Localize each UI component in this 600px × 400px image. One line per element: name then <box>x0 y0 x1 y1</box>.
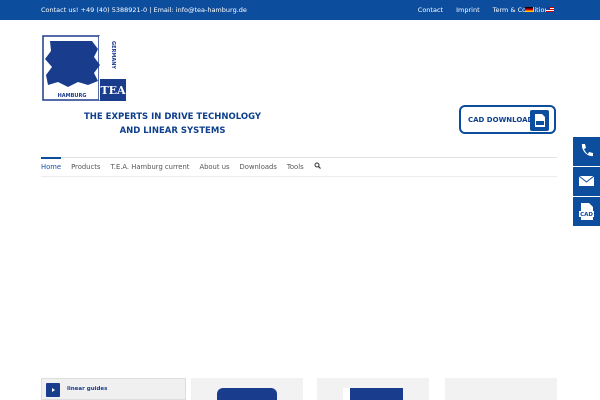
cad-download-label: CAD DOWNLOAD <box>468 116 534 124</box>
product-box-label: linear guides <box>67 386 108 392</box>
mini-logo-icon <box>217 388 277 400</box>
imprint-link[interactable]: Imprint <box>456 6 480 14</box>
arrow-right-icon <box>46 383 60 397</box>
nav-about[interactable]: About us <box>199 157 229 177</box>
contact-info[interactable]: Contact us! +49 (40) 5388921-0 | Email: … <box>41 6 247 14</box>
phone-icon <box>581 144 593 157</box>
german-flag-icon[interactable] <box>525 7 533 12</box>
svg-text:TEA: TEA <box>100 84 126 97</box>
contact-link[interactable]: Contact <box>418 6 443 14</box>
side-phone-tab[interactable] <box>573 137 600 166</box>
mini-logo-icon <box>343 388 403 400</box>
cad-download-button[interactable]: CAD DOWNLOAD <box>459 105 556 134</box>
top-bar: Contact us! +49 (40) 5388921-0 | Email: … <box>0 0 600 20</box>
nav-tools[interactable]: Tools <box>287 157 304 177</box>
product-box-linear-guides[interactable]: linear guides <box>41 378 186 400</box>
cad-icon: CAD <box>579 203 594 220</box>
product-box-2[interactable] <box>191 378 303 400</box>
nav-tea-current[interactable]: T.E.A. Hamburg current <box>110 157 189 177</box>
company-slogan: THE EXPERTS IN DRIVE TECHNOLOGY AND LINE… <box>65 110 280 138</box>
main-nav: Home Products T.E.A. Hamburg current Abo… <box>41 157 322 177</box>
search-icon[interactable] <box>314 157 322 177</box>
product-box-4[interactable] <box>445 378 557 400</box>
side-cad-tab[interactable]: CAD <box>573 197 600 226</box>
slogan-line-1: THE EXPERTS IN DRIVE TECHNOLOGY <box>83 112 262 122</box>
nav-downloads[interactable]: Downloads <box>240 157 277 177</box>
nav-products[interactable]: Products <box>71 157 100 177</box>
cad-icon-label: CAD <box>580 212 593 218</box>
side-mail-tab[interactable] <box>573 167 600 196</box>
svg-text:GERMANY: GERMANY <box>110 41 116 69</box>
svg-text:HAMBURG: HAMBURG <box>58 93 87 99</box>
nav-home[interactable]: Home <box>41 157 62 177</box>
company-logo[interactable]: TEA HAMBURG GERMANY <box>42 35 127 103</box>
product-box-3[interactable] <box>317 378 429 400</box>
slogan-line-2: AND LINEAR SYSTEMS <box>119 126 226 136</box>
english-flag-icon[interactable] <box>546 7 554 12</box>
mail-icon <box>578 175 595 186</box>
cad-file-icon <box>530 110 549 131</box>
terms-link[interactable]: Term & Conditions <box>493 6 552 14</box>
